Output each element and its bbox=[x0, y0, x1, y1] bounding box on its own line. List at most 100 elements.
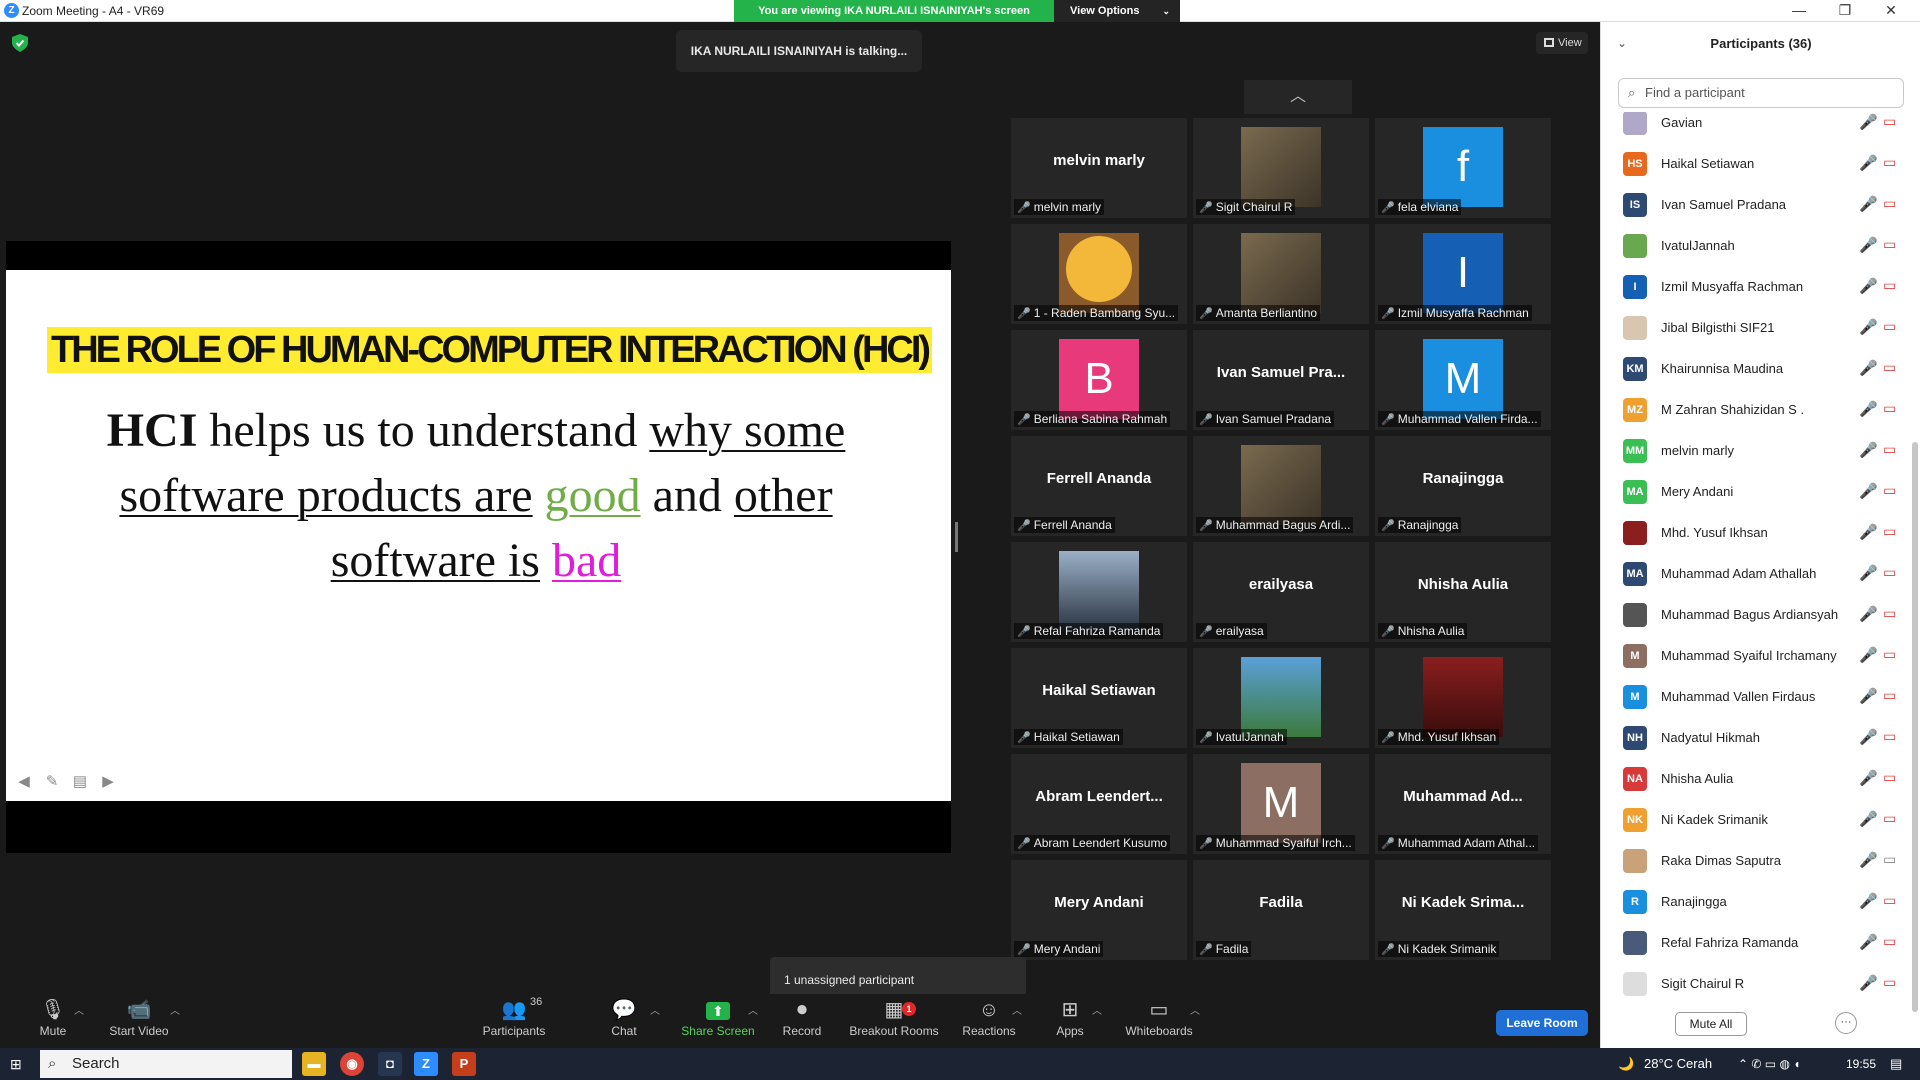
participant-row[interactable]: M Muhammad Vallen Firdaus 🎤 ▭ bbox=[1601, 676, 1911, 717]
video-tile[interactable]: Mery Andani 🎤 Mery Andani bbox=[1011, 860, 1187, 960]
video-tile[interactable]: erailyasa 🎤 erailyasa bbox=[1193, 542, 1369, 642]
reactions-button[interactable]: ☺ Reactions bbox=[960, 994, 1018, 1048]
participant-row[interactable]: MA Muhammad Adam Athallah 🎤 ▭ bbox=[1601, 553, 1911, 594]
participant-row[interactable]: MA Mery Andani 🎤 ▭ bbox=[1601, 471, 1911, 512]
participant-row[interactable]: MZ M Zahran Shahizidan S . 🎤 ▭ bbox=[1601, 389, 1911, 430]
participant-list-scrollbar[interactable] bbox=[1912, 442, 1918, 1012]
participant-row[interactable]: Mhd. Yusuf Ikhsan 🎤 ▭ bbox=[1601, 512, 1911, 553]
camera-app-icon[interactable]: ◘ bbox=[378, 1052, 402, 1076]
participant-row[interactable]: HS Haikal Setiawan 🎤 ▭ bbox=[1601, 143, 1911, 184]
participant-row[interactable]: MM melvin marly 🎤 ▭ bbox=[1601, 430, 1911, 471]
whiteboards-options-button[interactable]: ︿ bbox=[1190, 994, 1202, 1048]
participant-row[interactable]: KM Khairunnisa Maudina 🎤 ▭ bbox=[1601, 348, 1911, 389]
tile-name-label: 🎤 Amanta Berliantino bbox=[1196, 305, 1321, 321]
video-tile[interactable]: Muhammad Ad... 🎤 Muhammad Adam Athal... bbox=[1375, 754, 1551, 854]
video-tile[interactable]: 🎤 Refal Fahriza Ramanda bbox=[1011, 542, 1187, 642]
tile-avatar bbox=[1241, 445, 1321, 525]
next-slide-icon[interactable]: ▶ bbox=[100, 774, 116, 790]
mute-all-button[interactable]: Mute All bbox=[1675, 1012, 1747, 1036]
chat-button[interactable]: 💬 Chat bbox=[604, 994, 644, 1048]
chrome-icon[interactable]: ◉ bbox=[340, 1052, 364, 1076]
record-button[interactable]: ⏺ Record bbox=[778, 994, 826, 1048]
video-tile[interactable]: 🎤 Amanta Berliantino bbox=[1193, 224, 1369, 324]
video-tile[interactable]: f 🎤 fela elviana bbox=[1375, 118, 1551, 218]
participant-row[interactable]: Sigit Chairul R 🎤 ▭ bbox=[1601, 963, 1911, 1004]
tile-name-text: Muhammad Vallen Firda... bbox=[1397, 412, 1538, 426]
video-tile[interactable]: M 🎤 Muhammad Vallen Firda... bbox=[1375, 330, 1551, 430]
previous-slide-icon[interactable]: ◀ bbox=[16, 774, 32, 790]
video-tile[interactable]: 🎤 IvatulJannah bbox=[1193, 648, 1369, 748]
video-tile[interactable]: 🎤 Muhammad Bagus Ardi... bbox=[1193, 436, 1369, 536]
muted-mic-icon: 🎤 bbox=[1859, 483, 1878, 500]
windows-start-icon[interactable]: ⊞ bbox=[10, 1056, 26, 1072]
participant-search-input[interactable]: ⌕ Find a participant bbox=[1618, 78, 1904, 108]
apps-button[interactable]: ⊞ Apps bbox=[1050, 994, 1090, 1048]
zoom-taskbar-icon[interactable]: Z bbox=[414, 1052, 438, 1076]
share-screen-icon: ⬆ bbox=[680, 994, 756, 1024]
participant-row[interactable]: I Izmil Musyaffa Rachman 🎤 ▭ bbox=[1601, 266, 1911, 307]
participant-row[interactable]: NH Nadyatul Hikmah 🎤 ▭ bbox=[1601, 717, 1911, 758]
participant-row[interactable]: Raka Dimas Saputra 🎤 ▭ bbox=[1601, 840, 1911, 881]
notifications-icon[interactable]: ▤ bbox=[1890, 1048, 1902, 1080]
pen-icon[interactable]: ✎ bbox=[44, 774, 60, 790]
collapse-panel-icon[interactable]: ⌄ bbox=[1617, 36, 1627, 50]
mute-button[interactable]: 🎙 Mute bbox=[28, 994, 78, 1048]
participant-row[interactable]: M Muhammad Syaiful Irchamany 🎤 ▭ bbox=[1601, 635, 1911, 676]
share-screen-button[interactable]: ⬆ Share Screen bbox=[680, 994, 756, 1048]
view-splitter[interactable] bbox=[955, 522, 958, 552]
video-options-button[interactable]: ︿ bbox=[170, 994, 182, 1048]
video-tile[interactable]: 🎤 Sigit Chairul R bbox=[1193, 118, 1369, 218]
tray-icons[interactable]: ⌃ ✆ ▭ ◍ ◖ bbox=[1738, 1048, 1801, 1080]
participant-row[interactable]: Jibal Bilgisthi SIF21 🎤 ▭ bbox=[1601, 307, 1911, 348]
video-tile[interactable]: Ni Kadek Srima... 🎤 Ni Kadek Srimanik bbox=[1375, 860, 1551, 960]
video-tile[interactable]: 🎤 1 - Raden Bambang Syu... bbox=[1011, 224, 1187, 324]
weather-text[interactable]: 28°C Cerah bbox=[1644, 1048, 1712, 1080]
slides-menu-icon[interactable]: ▤ bbox=[72, 774, 88, 790]
video-tile[interactable]: I 🎤 Izmil Musyaffa Rachman bbox=[1375, 224, 1551, 324]
participant-row[interactable]: NA Nhisha Aulia 🎤 ▭ bbox=[1601, 758, 1911, 799]
taskbar-search-box[interactable]: ⌕ Search bbox=[40, 1050, 292, 1078]
more-options-button[interactable]: ··· bbox=[1835, 1012, 1857, 1034]
clock[interactable]: 19:55 bbox=[1846, 1048, 1876, 1080]
participant-row[interactable]: R Ranajingga 🎤 ▭ bbox=[1601, 881, 1911, 922]
video-tile[interactable]: Ferrell Ananda 🎤 Ferrell Ananda bbox=[1011, 436, 1187, 536]
breakout-rooms-button[interactable]: ▦ 1 Breakout Rooms bbox=[848, 994, 940, 1048]
video-tile[interactable]: Haikal Setiawan 🎤 Haikal Setiawan bbox=[1011, 648, 1187, 748]
video-tile[interactable]: Nhisha Aulia 🎤 Nhisha Aulia bbox=[1375, 542, 1551, 642]
file-explorer-icon[interactable]: ▬ bbox=[302, 1052, 326, 1076]
tile-avatar bbox=[1059, 233, 1139, 313]
view-button[interactable]: View bbox=[1536, 32, 1588, 54]
shield-icon[interactable] bbox=[12, 34, 28, 52]
video-tile[interactable]: Fadila 🎤 Fadila bbox=[1193, 860, 1369, 960]
video-tile[interactable]: M 🎤 Muhammad Syaiful Irch... bbox=[1193, 754, 1369, 854]
video-tile[interactable]: 🎤 Mhd. Yusuf Ikhsan bbox=[1375, 648, 1551, 748]
share-options-button[interactable]: ︿ bbox=[748, 994, 760, 1048]
participant-row[interactable]: IvatulJannah 🎤 ▭ bbox=[1601, 225, 1911, 266]
leave-room-button[interactable]: Leave Room bbox=[1496, 1010, 1588, 1036]
reactions-options-button[interactable]: ︿ bbox=[1012, 994, 1024, 1048]
participant-row[interactable]: Refal Fahriza Ramanda 🎤 ▭ bbox=[1601, 922, 1911, 963]
start-video-button[interactable]: 📹 Start Video bbox=[104, 994, 174, 1048]
video-tile[interactable]: Abram Leendert... 🎤 Abram Leendert Kusumo bbox=[1011, 754, 1187, 854]
participants-button[interactable]: 👥 36 Participants bbox=[482, 994, 546, 1048]
participant-row[interactable]: NK Ni Kadek Srimanik 🎤 ▭ bbox=[1601, 799, 1911, 840]
video-tile[interactable]: Ranajingga 🎤 Ranajingga bbox=[1375, 436, 1551, 536]
whiteboards-button[interactable]: ▭ Whiteboards bbox=[1124, 994, 1194, 1048]
powerpoint-icon[interactable]: P bbox=[452, 1052, 476, 1076]
restore-button[interactable]: ❐ bbox=[1822, 0, 1868, 22]
gallery-page-up-button[interactable]: ︿ bbox=[1244, 80, 1352, 114]
video-tile[interactable]: melvin marly 🎤 melvin marly bbox=[1011, 118, 1187, 218]
video-tile[interactable]: B 🎤 Berliana Sabina Rahmah bbox=[1011, 330, 1187, 430]
video-tile[interactable]: Ivan Samuel Pra... 🎤 Ivan Samuel Pradana bbox=[1193, 330, 1369, 430]
participant-row[interactable]: Gavian 🎤 ▭ bbox=[1601, 112, 1911, 143]
participant-row[interactable]: Muhammad Bagus Ardiansyah 🎤 ▭ bbox=[1601, 594, 1911, 635]
participant-row[interactable]: IS Ivan Samuel Pradana 🎤 ▭ bbox=[1601, 184, 1911, 225]
minimize-button[interactable]: — bbox=[1776, 0, 1822, 22]
chat-options-button[interactable]: ︿ bbox=[650, 994, 662, 1048]
weather-icon[interactable]: 🌙 bbox=[1618, 1048, 1634, 1080]
close-button[interactable]: ✕ bbox=[1868, 0, 1914, 22]
muted-mic-icon: 🎤 bbox=[1017, 838, 1031, 850]
apps-options-button[interactable]: ︿ bbox=[1092, 994, 1104, 1048]
view-options-button[interactable]: View Options ⌄ bbox=[1054, 0, 1180, 22]
audio-options-button[interactable]: ︿ bbox=[74, 994, 86, 1048]
